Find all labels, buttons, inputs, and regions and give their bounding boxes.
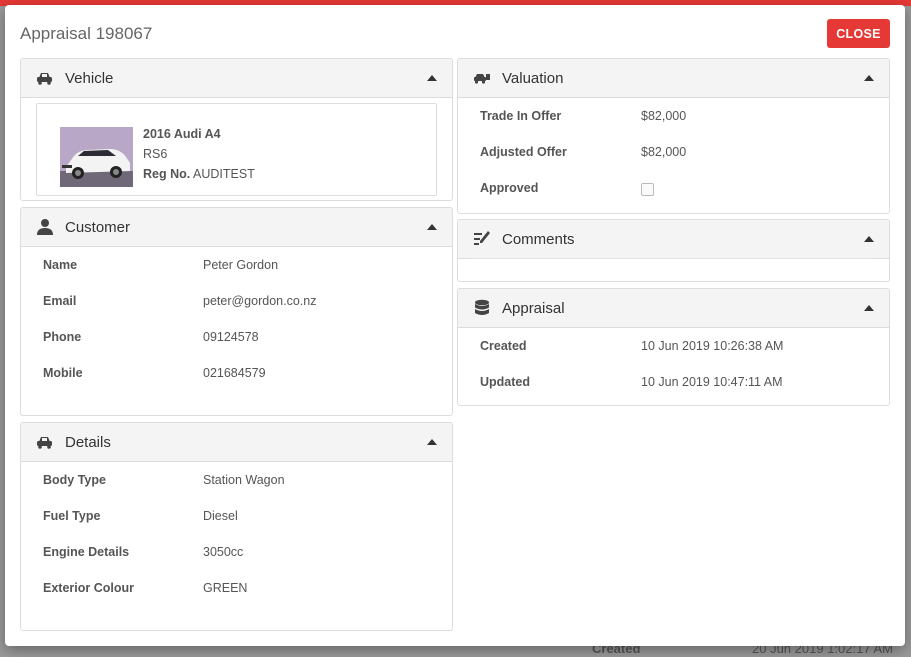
reg-value: AUDITEST <box>193 167 255 181</box>
field-value: 3050cc <box>203 545 244 559</box>
valuation-row-adjusted: Adjusted Offer $82,000 <box>458 145 889 163</box>
field-label: Body Type <box>43 473 106 487</box>
database-icon <box>472 298 492 318</box>
modal-title: Appraisal 198067 <box>20 24 153 43</box>
close-button[interactable]: CLOSE <box>827 19 890 48</box>
collapse-caret-icon[interactable] <box>427 439 437 445</box>
field-value: Diesel <box>203 509 238 523</box>
customer-row-name: Name Peter Gordon <box>21 258 452 276</box>
vehicle-name: 2016 Audi A4 <box>143 127 221 141</box>
field-label: Updated <box>480 375 530 389</box>
car-icon <box>35 68 55 88</box>
customer-panel-header[interactable]: Customer <box>21 208 452 247</box>
field-value: Peter Gordon <box>203 258 279 272</box>
appraisal-panel: Appraisal Created 10 Jun 2019 10:26:38 A… <box>457 288 890 406</box>
appraisal-panel-header[interactable]: Appraisal <box>458 289 889 328</box>
collapse-caret-icon[interactable] <box>864 236 874 242</box>
field-label: Fuel Type <box>43 509 101 523</box>
valuation-row-trade-in: Trade In Offer $82,000 <box>458 109 889 127</box>
field-label: Engine Details <box>43 545 130 559</box>
details-row-fuel-type: Fuel Type Diesel <box>21 509 452 527</box>
field-label: Mobile <box>43 366 83 380</box>
valuation-panel-title: Valuation <box>502 69 564 87</box>
field-value: 09124578 <box>203 330 259 344</box>
approved-checkbox[interactable] <box>641 183 654 196</box>
details-panel-title: Details <box>65 433 111 451</box>
comments-panel-title: Comments <box>502 230 575 248</box>
customer-panel-title: Customer <box>65 218 131 236</box>
field-label: Phone <box>43 330 82 344</box>
details-panel-header[interactable]: Details <box>21 423 452 462</box>
vehicle-variant: RS6 <box>143 147 168 161</box>
vehicle-summary: 2016 Audi A4 RS6 Reg No. AUDITEST <box>143 124 255 184</box>
comments-panel: Comments <box>457 219 890 282</box>
car-icon <box>35 432 55 452</box>
appraisal-row-updated: Updated 10 Jun 2019 10:47:11 AM <box>458 375 889 393</box>
valuation-panel: Valuation Trade In Offer $82,000 Adjuste… <box>457 58 890 214</box>
field-value: $82,000 <box>641 145 687 159</box>
car-offer-icon <box>472 68 492 88</box>
notes-icon <box>472 229 492 249</box>
field-label: Adjusted Offer <box>480 145 567 159</box>
vehicle-panel-header[interactable]: Vehicle <box>21 59 452 98</box>
approved-label: Approved <box>480 181 539 195</box>
collapse-caret-icon[interactable] <box>427 75 437 81</box>
comments-panel-header[interactable]: Comments <box>458 220 889 259</box>
appraisal-modal: Appraisal 198067 CLOSE Vehicle 2016 Audi… <box>5 5 905 646</box>
customer-panel: Customer Name Peter Gordon Email peter@g… <box>20 207 453 416</box>
customer-row-mobile: Mobile 021684579 <box>21 366 452 384</box>
field-label: Name <box>43 258 78 272</box>
field-value: 10 Jun 2019 10:47:11 AM <box>641 375 783 389</box>
vehicle-panel-title: Vehicle <box>65 69 114 87</box>
field-label: Exterior Colour <box>43 581 134 595</box>
field-value: 10 Jun 2019 10:26:38 AM <box>641 339 784 353</box>
appraisal-row-created: Created 10 Jun 2019 10:26:38 AM <box>458 339 889 357</box>
details-row-colour: Exterior Colour GREEN <box>21 581 452 599</box>
details-row-body-type: Body Type Station Wagon <box>21 473 452 491</box>
customer-row-email: Email peter@gordon.co.nz <box>21 294 452 312</box>
field-value: Station Wagon <box>203 473 285 487</box>
collapse-caret-icon[interactable] <box>427 224 437 230</box>
valuation-panel-header[interactable]: Valuation <box>458 59 889 98</box>
collapse-caret-icon[interactable] <box>864 305 874 311</box>
field-label: Trade In Offer <box>480 109 562 123</box>
valuation-row-approved: Approved <box>458 181 889 199</box>
vehicle-photo <box>60 127 133 187</box>
person-icon <box>35 217 55 237</box>
field-label: Created <box>480 339 527 353</box>
field-value: $82,000 <box>641 109 687 123</box>
field-label: Email <box>43 294 77 308</box>
field-value: peter@gordon.co.nz <box>203 294 317 308</box>
reg-label: Reg No. <box>143 167 191 181</box>
field-value: 021684579 <box>203 366 266 380</box>
field-value: GREEN <box>203 581 248 595</box>
details-row-engine: Engine Details 3050cc <box>21 545 452 563</box>
vehicle-card[interactable]: 2016 Audi A4 RS6 Reg No. AUDITEST <box>36 103 437 196</box>
comments-divider <box>473 258 874 259</box>
vehicle-panel: Vehicle 2016 Audi A4 RS6 Reg No. AUDITES… <box>20 58 453 201</box>
customer-row-phone: Phone 09124578 <box>21 330 452 348</box>
collapse-caret-icon[interactable] <box>864 75 874 81</box>
appraisal-panel-title: Appraisal <box>502 299 565 317</box>
details-panel: Details Body Type Station Wagon Fuel Typ… <box>20 422 453 631</box>
